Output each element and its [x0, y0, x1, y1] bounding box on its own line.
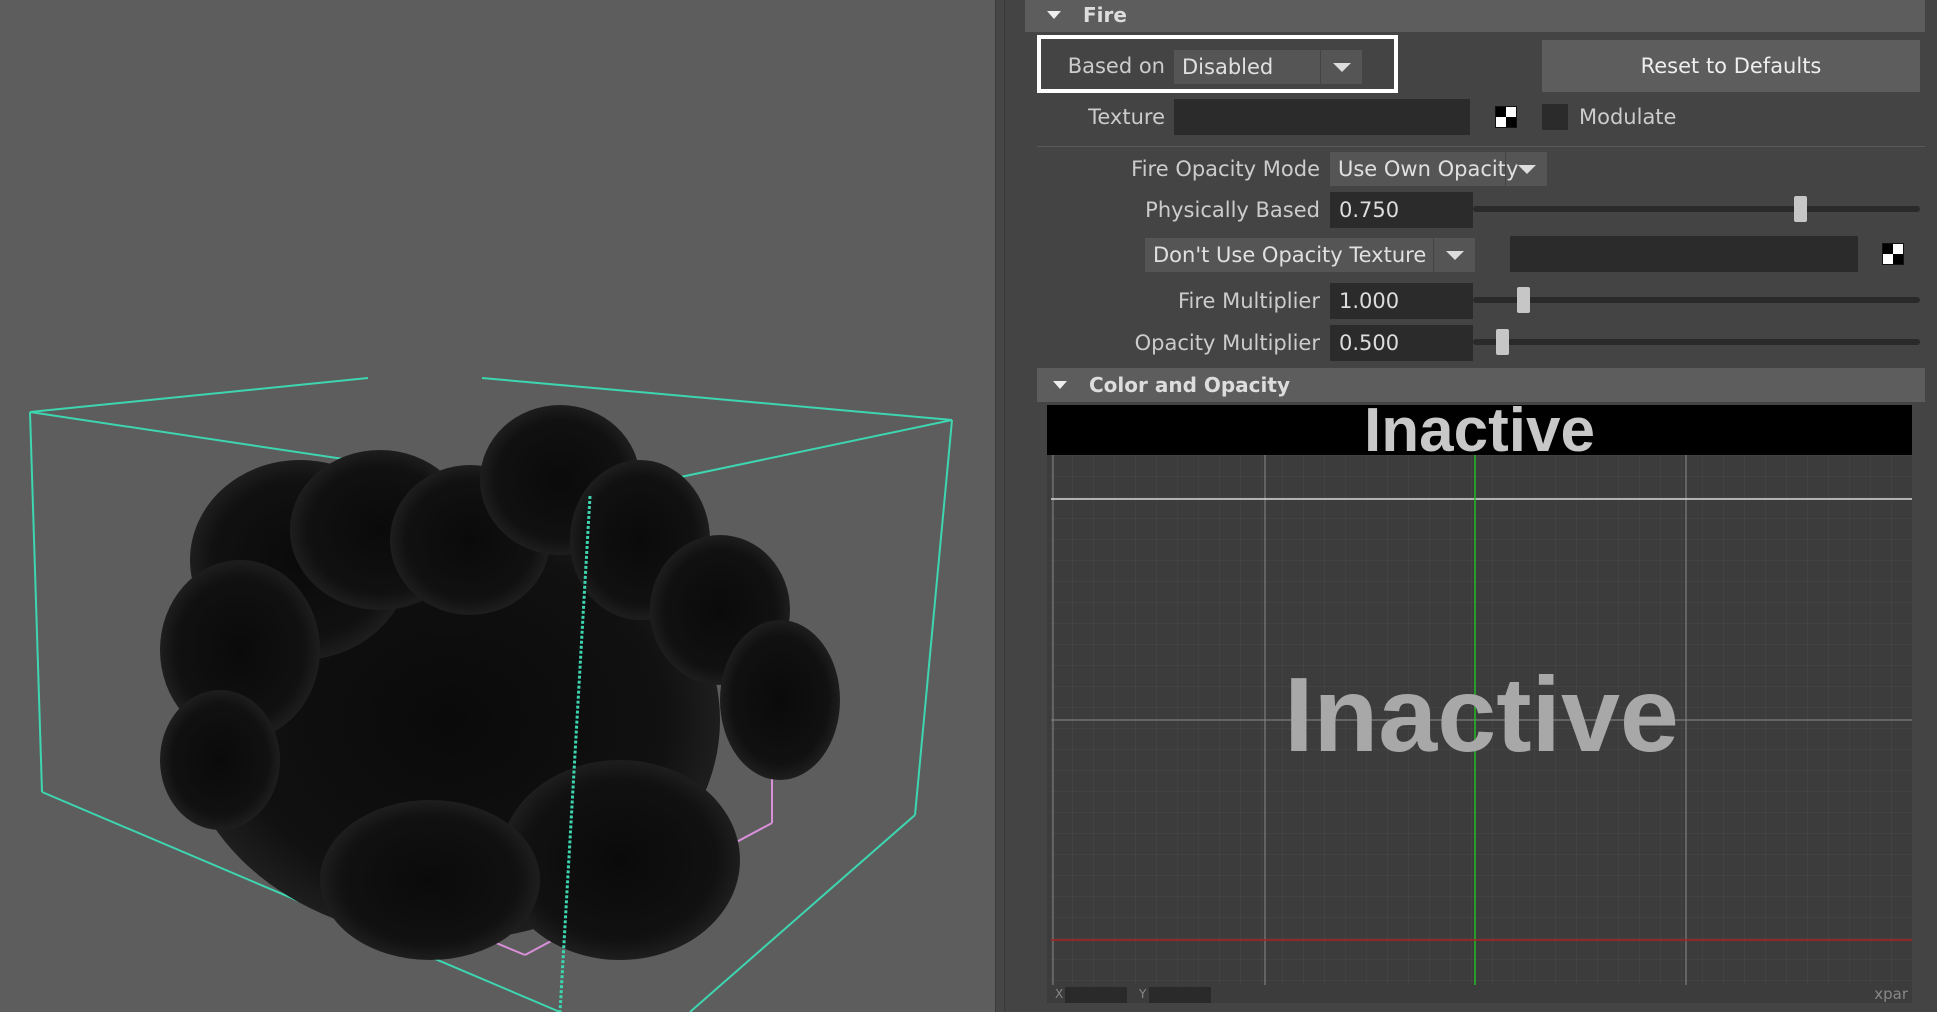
fire-opacity-mode-label: Fire Opacity Mode	[1131, 157, 1320, 181]
opacity-multiplier-label: Opacity Multiplier	[1134, 331, 1320, 355]
y-coord-field[interactable]	[1149, 987, 1211, 1003]
physically-based-slider-handle[interactable]	[1794, 196, 1807, 222]
based-on-value: Disabled	[1182, 55, 1274, 79]
physically-based-slider-track[interactable]	[1473, 206, 1920, 212]
fire-section-title: Fire	[1083, 3, 1127, 27]
divider	[1037, 146, 1925, 147]
chevron-down-icon	[1445, 250, 1464, 260]
color-opacity-section-header[interactable]: Color and Opacity	[1037, 368, 1925, 402]
opacity-texture-map-icon[interactable]	[1882, 243, 1904, 265]
color-opacity-section-title: Color and Opacity	[1089, 373, 1290, 397]
viewport-scene	[29, 377, 953, 1012]
opacity-multiplier-slider-track[interactable]	[1473, 339, 1920, 345]
ramp-graph-widget[interactable]: Inactive Inactive X Y xpar	[1047, 405, 1912, 1003]
chevron-down-icon	[1332, 62, 1351, 72]
inactive-banner: Inactive	[1047, 405, 1912, 455]
opacity-texture-field[interactable]	[1510, 236, 1858, 272]
fire-multiplier-field[interactable]: 1.000	[1330, 283, 1473, 319]
based-on-arrow	[1320, 50, 1362, 84]
based-on-label: Based on	[1067, 54, 1165, 78]
fire-opacity-mode-dropdown[interactable]: Use Own Opacity	[1330, 152, 1547, 186]
x-coord-field[interactable]	[1065, 987, 1127, 1003]
opacity-multiplier-slider-handle[interactable]	[1496, 329, 1509, 355]
fire-multiplier-slider-track[interactable]	[1473, 297, 1920, 303]
fire-multiplier-slider-handle[interactable]	[1517, 287, 1530, 313]
physically-based-label: Physically Based	[1145, 198, 1320, 222]
chevron-down-icon	[1517, 164, 1536, 174]
attribute-panel: Fire Based on Disabled Reset to Defaults…	[1005, 0, 1937, 1012]
modulate-checkbox[interactable]	[1542, 104, 1568, 130]
modulate-label: Modulate	[1579, 105, 1677, 129]
opacity-multiplier-field[interactable]: 0.500	[1330, 325, 1473, 361]
texture-field[interactable]	[1174, 99, 1470, 135]
y-coord-label: Y	[1139, 987, 1147, 1001]
corner-text: xpar	[1874, 985, 1908, 1003]
collapse-triangle-icon	[1053, 381, 1067, 389]
opacity-texture-arrow	[1433, 238, 1475, 272]
graph-footer: X Y xpar	[1047, 985, 1912, 1003]
fire-section-header[interactable]: Fire	[1025, 0, 1925, 32]
texture-map-icon[interactable]	[1495, 106, 1517, 128]
opacity-texture-value: Don't Use Opacity Texture	[1153, 243, 1427, 267]
fire-opacity-mode-value: Use Own Opacity	[1338, 157, 1519, 181]
physically-based-field[interactable]: 0.750	[1330, 192, 1473, 228]
fire-opacity-mode-arrow	[1505, 152, 1547, 186]
reset-to-defaults-button[interactable]: Reset to Defaults	[1542, 40, 1920, 92]
smoke-cloud	[160, 405, 840, 960]
collapse-triangle-icon	[1047, 11, 1061, 19]
fire-multiplier-label: Fire Multiplier	[1177, 289, 1320, 313]
graph-plot-area[interactable]: Inactive	[1051, 455, 1912, 985]
x-coord-label: X	[1055, 987, 1064, 1001]
opacity-texture-dropdown[interactable]: Don't Use Opacity Texture	[1145, 238, 1475, 272]
texture-label: Texture	[1088, 105, 1165, 129]
3d-viewport[interactable]	[0, 0, 995, 1012]
based-on-dropdown[interactable]: Disabled	[1174, 50, 1362, 84]
graph-inactive-label: Inactive	[1284, 656, 1679, 774]
app-root: Fire Based on Disabled Reset to Defaults…	[0, 0, 1937, 1012]
panel-splitter[interactable]	[995, 0, 1005, 1012]
